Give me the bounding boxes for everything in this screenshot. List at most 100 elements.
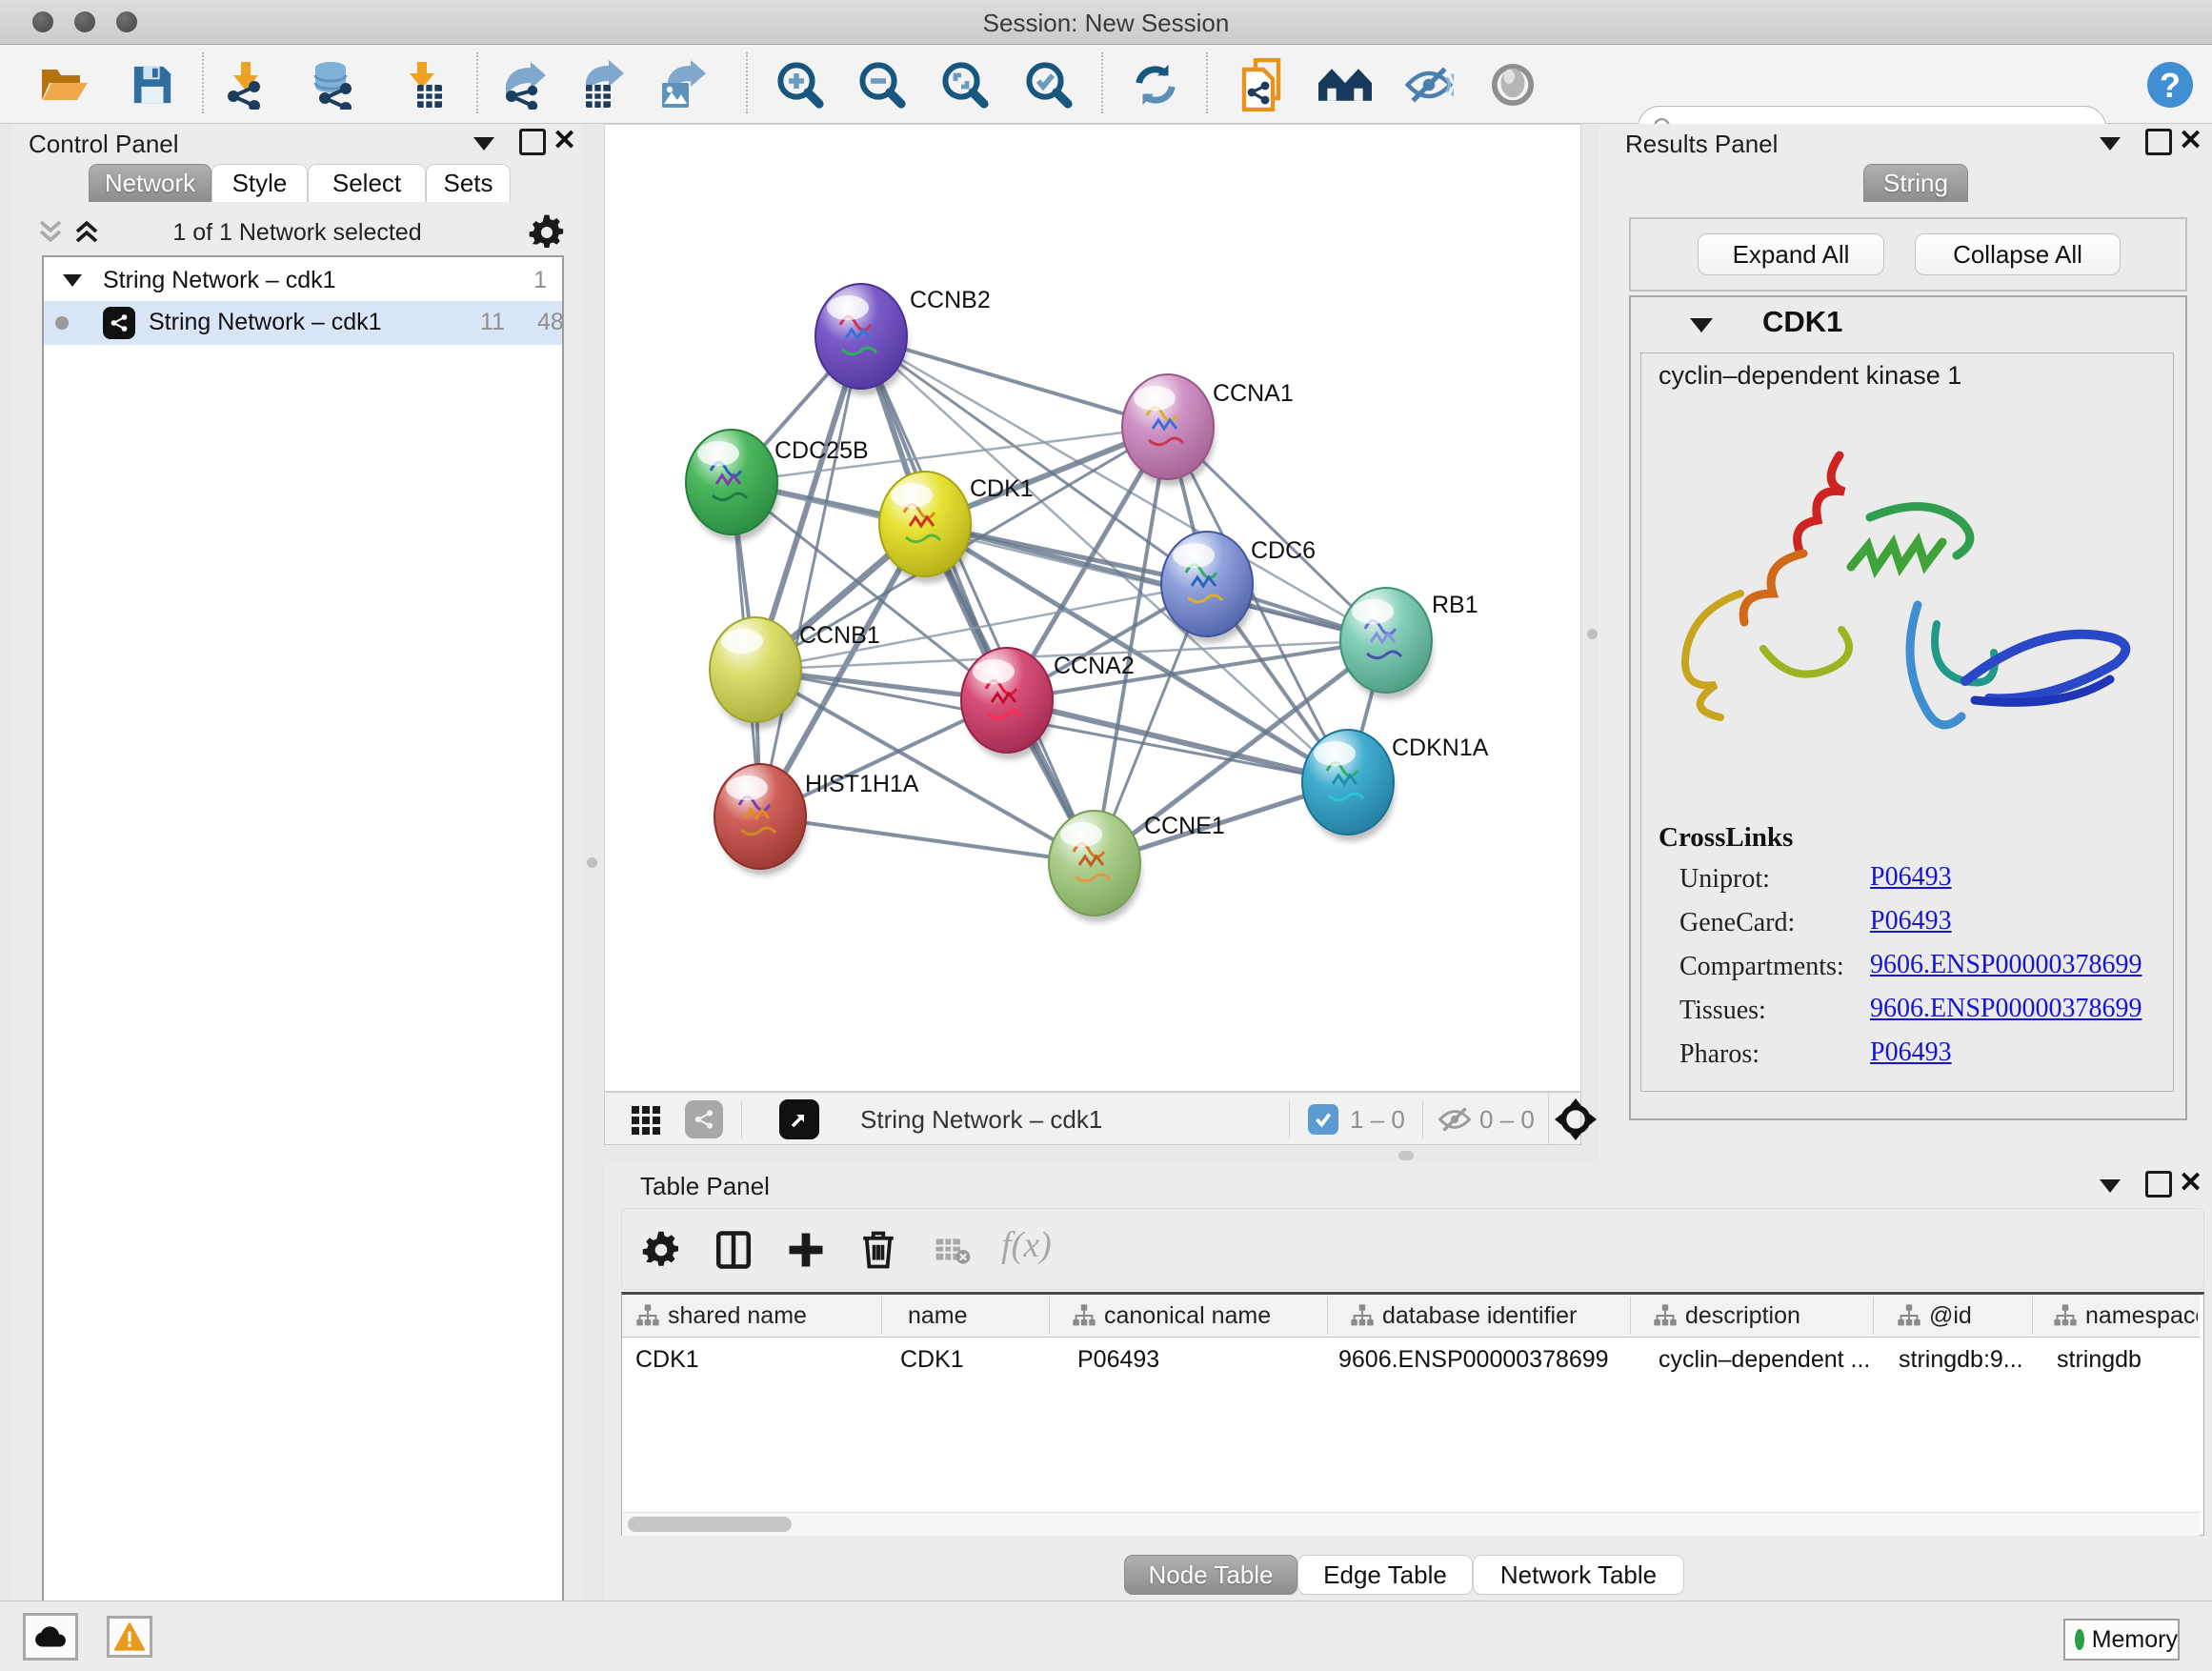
table-hscrollbar-thumb[interactable]: [628, 1517, 792, 1532]
node-CCNA1[interactable]: CCNA1: [1122, 374, 1294, 486]
network-view-type-button[interactable]: [685, 1100, 723, 1138]
left-splitter-handle[interactable]: [587, 857, 597, 868]
table-panel-close-icon[interactable]: ✕: [2179, 1166, 2202, 1199]
column-header[interactable]: canonical name: [1104, 1302, 1271, 1330]
tab-select[interactable]: Select: [308, 164, 426, 202]
results-panel-float-icon[interactable]: [2145, 129, 2172, 155]
node-CDKN1A[interactable]: CDKN1A: [1302, 730, 1489, 841]
node-CCNA2[interactable]: CCNA2: [961, 648, 1135, 759]
tab-string[interactable]: String: [1863, 164, 1968, 202]
zoom-fit-button[interactable]: [938, 58, 992, 111]
crosslink-pharos-link[interactable]: P06493: [1870, 1037, 1952, 1068]
tab-sets[interactable]: Sets: [426, 164, 511, 202]
column-header[interactable]: shared name: [668, 1302, 807, 1330]
control-panel-close-icon[interactable]: ✕: [553, 124, 576, 157]
string-import-button[interactable]: [1237, 56, 1291, 113]
network-row-selected[interactable]: String Network – cdk1 11 48: [44, 301, 562, 345]
column-header[interactable]: namespace: [2085, 1302, 2198, 1330]
zoom-out-button[interactable]: [855, 58, 909, 111]
network-options-button[interactable]: [526, 211, 568, 253]
table-panel-float-icon[interactable]: [2145, 1171, 2172, 1198]
grid-view-button[interactable]: [628, 1102, 664, 1138]
column-header[interactable]: name: [908, 1302, 968, 1330]
bottom-splitter-handle[interactable]: [1398, 1151, 1414, 1160]
column-header[interactable]: description: [1685, 1302, 1800, 1330]
home-networks-button[interactable]: [1318, 58, 1372, 111]
presentation-mode-button[interactable]: [1486, 58, 1539, 111]
node-label-CDK1: CDK1: [970, 475, 1034, 502]
hidden-items-indicator[interactable]: [1436, 1104, 1474, 1135]
create-column-button[interactable]: [784, 1228, 828, 1272]
column-separator[interactable]: [1049, 1297, 1050, 1335]
birds-eye-view-button[interactable]: [1554, 1097, 1598, 1141]
import-network-from-database-button[interactable]: [308, 58, 361, 111]
cloud-status-button[interactable]: [23, 1613, 78, 1661]
table-cell[interactable]: stringdb: [2057, 1346, 2142, 1374]
show-columns-button[interactable]: [712, 1228, 755, 1272]
expand-all-button[interactable]: Expand All: [1698, 233, 1884, 275]
table-cell[interactable]: stringdb:9...: [1899, 1346, 2023, 1374]
results-panel-close-icon[interactable]: ✕: [2179, 124, 2202, 157]
crosslink-genecard-link[interactable]: P06493: [1870, 906, 1952, 936]
tab-network-table[interactable]: Network Table: [1473, 1555, 1684, 1595]
detach-view-button[interactable]: [779, 1099, 819, 1139]
memory-button[interactable]: Memory: [2063, 1619, 2180, 1661]
apply-layout-refresh-button[interactable]: [1129, 58, 1182, 111]
control-panel-float-icon[interactable]: [519, 129, 546, 155]
tab-edge-table[interactable]: Edge Table: [1297, 1555, 1473, 1595]
save-session-button[interactable]: [126, 58, 179, 111]
collection-expand-icon[interactable]: [63, 274, 82, 287]
warnings-button[interactable]: [107, 1616, 152, 1658]
collapse-all-button[interactable]: Collapse All: [1915, 233, 2121, 275]
node-HIST1H1A[interactable]: HIST1H1A: [714, 764, 919, 876]
right-splitter-handle[interactable]: [1587, 629, 1598, 639]
node-CCNE1[interactable]: CCNE1: [1049, 811, 1225, 922]
table-cell[interactable]: cyclin–dependent ...: [1659, 1346, 1870, 1374]
column-separator[interactable]: [881, 1297, 882, 1335]
help-button[interactable]: ?: [2143, 58, 2197, 111]
table-hscrollbar[interactable]: [622, 1512, 2200, 1536]
network-collection-row[interactable]: String Network – cdk1 1: [44, 261, 562, 301]
gene-collapse-icon[interactable]: [1690, 318, 1713, 332]
table-cell[interactable]: CDK1: [900, 1346, 964, 1374]
edge-CCNB2-HIST1H1A[interactable]: [760, 336, 861, 816]
hide-unhide-button[interactable]: [1402, 58, 1456, 111]
node-CDC25B[interactable]: CDC25B: [686, 430, 869, 541]
delete-column-button[interactable]: [856, 1228, 900, 1272]
export-image-button[interactable]: [654, 58, 708, 111]
selected-nodes-checkbox[interactable]: [1308, 1104, 1338, 1135]
network-canvas[interactable]: CCNB2CCNA1CDC25BCDK1CDC6RB1CCNB1CCNA2CDK…: [604, 124, 1581, 1092]
edge-HIST1H1A-CCNE1[interactable]: [760, 816, 1095, 863]
export-table-button[interactable]: [576, 58, 630, 111]
table-cell[interactable]: P06493: [1077, 1346, 1159, 1374]
table-options-button[interactable]: [639, 1228, 683, 1272]
import-table-file-button[interactable]: [396, 58, 450, 111]
node-CCNB2[interactable]: CCNB2: [815, 284, 991, 395]
zoom-selected-button[interactable]: [1022, 58, 1076, 111]
import-network-file-button[interactable]: [220, 58, 273, 111]
column-separator[interactable]: [1327, 1297, 1328, 1335]
crosslink-tissues-link[interactable]: 9606.ENSP00000378699: [1870, 994, 2142, 1024]
edge-CDK1-RB1[interactable]: [925, 524, 1386, 640]
column-header[interactable]: database identifier: [1382, 1302, 1577, 1330]
zoom-in-button[interactable]: [774, 58, 827, 111]
open-session-button[interactable]: [38, 58, 91, 111]
node-CDK1[interactable]: CDK1: [879, 472, 1034, 583]
column-separator[interactable]: [2032, 1297, 2033, 1335]
column-separator[interactable]: [1873, 1297, 1874, 1335]
column-header[interactable]: @id: [1929, 1302, 1972, 1330]
node-RB1[interactable]: RB1: [1340, 588, 1478, 699]
column-separator[interactable]: [1630, 1297, 1631, 1335]
table-panel-menu-icon[interactable]: [2100, 1179, 2121, 1193]
tab-node-table[interactable]: Node Table: [1124, 1555, 1297, 1595]
control-panel-menu-icon[interactable]: [473, 137, 494, 151]
results-panel-menu-icon[interactable]: [2100, 137, 2121, 151]
tab-network[interactable]: Network: [89, 164, 211, 202]
tab-style[interactable]: Style: [211, 164, 308, 202]
export-network-button[interactable]: [498, 58, 552, 111]
crosslink-uniprot-link[interactable]: P06493: [1870, 862, 1952, 893]
crosslink-compartments-link[interactable]: 9606.ENSP00000378699: [1870, 950, 2142, 980]
network-graph[interactable]: CCNB2CCNA1CDC25BCDK1CDC6RB1CCNB1CCNA2CDK…: [605, 125, 1580, 1091]
table-cell[interactable]: CDK1: [635, 1346, 699, 1374]
table-cell[interactable]: 9606.ENSP00000378699: [1338, 1346, 1609, 1374]
